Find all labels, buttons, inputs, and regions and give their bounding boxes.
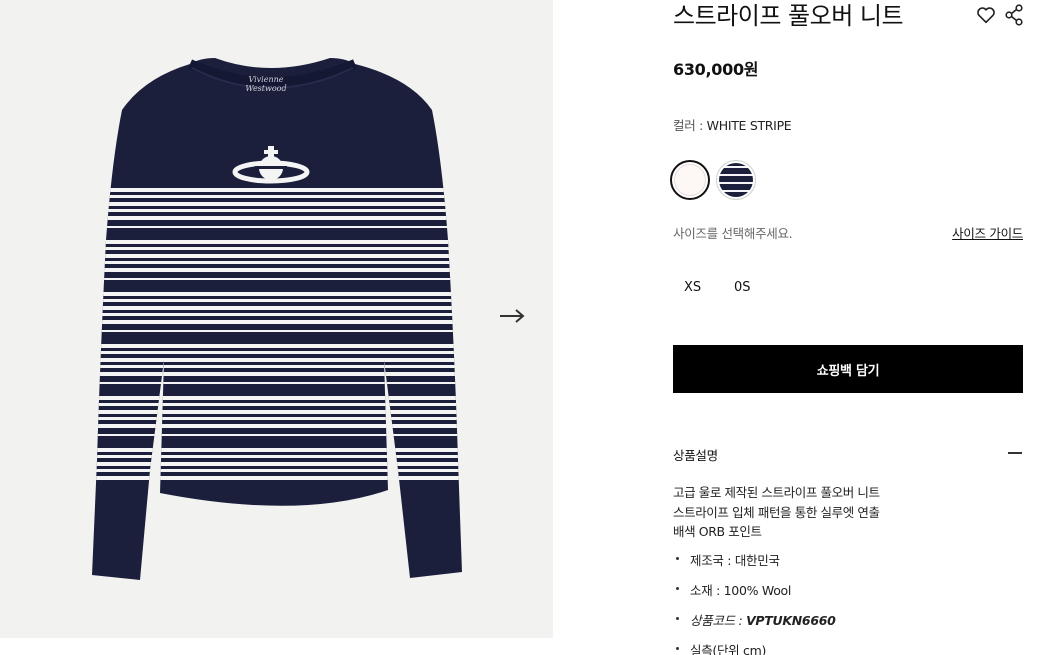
color-swatch-white[interactable] [670, 160, 710, 200]
product-image-panel: Vivienne Westwood [0, 0, 553, 638]
description-heading[interactable]: 상품설명 [673, 445, 718, 464]
add-to-bag-button[interactable]: 쇼핑백 담기 [673, 345, 1023, 393]
size-guide-link[interactable]: 사이즈 가이드 [952, 223, 1023, 242]
color-label: 컬러 : [673, 118, 707, 133]
bullet-material: 소재 : 100% Wool [690, 583, 792, 598]
product-info-panel: 스트라이프 풀오버 니트 630,000원 컬러 : WHITE STRIPE … [670, 0, 1024, 655]
description-line: 배색 ORB 포인트 [673, 524, 762, 539]
description-line: 고급 울로 제작된 스트라이프 풀오버 니트 [673, 485, 880, 500]
description-text: 고급 울로 제작된 스트라이프 풀오버 니트 스트라이프 입체 패턴을 통한 실… [673, 483, 880, 542]
product-code-value: VPTUKN6660 [746, 613, 836, 628]
color-row: 컬러 : WHITE STRIPE [673, 115, 792, 134]
share-icon[interactable] [1004, 4, 1024, 26]
color-swatch-navy-stripe[interactable] [716, 160, 756, 200]
next-image-arrow-icon[interactable] [496, 302, 528, 330]
product-price: 630,000원 [673, 60, 759, 79]
heart-icon[interactable] [975, 4, 997, 26]
product-code-label: 상품코드 : [690, 613, 747, 628]
color-selected-value: WHITE STRIPE [706, 118, 792, 133]
bullet-measurements: 실측(단위 cm) [690, 643, 767, 655]
bullet-product-code: 상품코드 : VPTUKN6660 [690, 610, 836, 629]
product-image-sweater: Vivienne Westwood [92, 58, 462, 580]
minus-icon[interactable] [1007, 446, 1023, 460]
size-option-xs[interactable]: XS [684, 280, 701, 295]
svg-text:Westwood: Westwood [245, 84, 286, 93]
product-title: 스트라이프 풀오버 니트 [673, 2, 904, 30]
size-select-prompt: 사이즈를 선택해주세요. [673, 226, 793, 241]
product-page: Vivienne Westwood 스트라이프 풀오버 니트 630,000원 … [0, 0, 1046, 655]
description-line: 스트라이프 입체 패턴을 통한 실루엣 연출 [673, 504, 880, 520]
bullet-origin: 제조국 : 대한민국 [690, 553, 780, 568]
size-option-0s[interactable]: 0S [734, 280, 751, 295]
svg-text:Vivienne: Vivienne [248, 75, 283, 84]
